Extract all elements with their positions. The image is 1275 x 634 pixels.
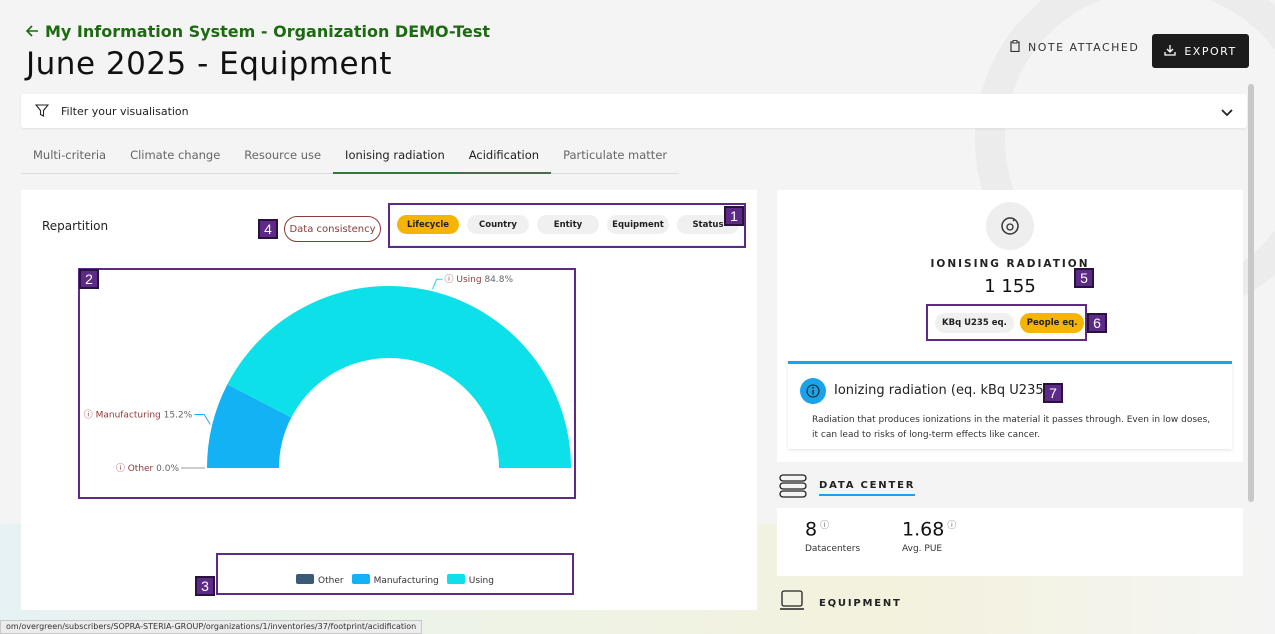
info-icon[interactable]: ⓘ [820, 521, 829, 531]
stat-datacenters-label: Datacenters [805, 544, 861, 555]
chevron-down-icon[interactable] [1221, 102, 1233, 121]
tab-ionising-radiation[interactable]: Ionising radiation [333, 140, 457, 174]
export-label: EXPORT [1184, 44, 1237, 58]
equipment-header: EQUIPMENT [779, 590, 902, 616]
stat-avg-pue-value: 1.68 [902, 518, 945, 541]
info-title: Ionizing radiation (eq. kBq U235) [834, 383, 1049, 398]
equipment-title: EQUIPMENT [819, 597, 902, 609]
back-link-label: My Information System - Organization DEM… [45, 22, 491, 41]
stat-datacenters: 8 ⓘ Datacenters [805, 518, 860, 554]
note-attached-button[interactable]: NOTE ATTACHED [1010, 40, 1139, 55]
annotation-badge-1: 1 [724, 206, 744, 226]
data-center-card: 8 ⓘ Datacenters 1.68 ⓘ Avg. PUE [777, 508, 1243, 576]
note-attached-label: NOTE ATTACHED [1028, 41, 1140, 54]
annotation-box-2 [78, 268, 576, 499]
kpi-label: IONISING RADIATION [930, 258, 1090, 270]
info-icon [800, 378, 826, 404]
annotation-badge-2: 2 [79, 269, 99, 289]
tab-acidification[interactable]: Acidification [456, 140, 552, 174]
annotation-box-6 [926, 304, 1087, 341]
annotation-badge-3: 3 [195, 576, 215, 596]
data-center-header: DATA CENTER [779, 474, 916, 502]
impact-tabs: Multi-criteria Climate change Resource u… [21, 140, 680, 174]
export-button[interactable]: EXPORT [1152, 34, 1249, 68]
annotation-badge-7: 7 [1043, 383, 1063, 403]
tab-resource-use[interactable]: Resource use [232, 140, 333, 174]
info-icon[interactable]: ⓘ [947, 521, 956, 531]
download-icon [1164, 44, 1176, 59]
kpi-value: 1 155 [984, 276, 1036, 297]
tab-multi-criteria[interactable]: Multi-criteria [21, 140, 118, 174]
annotation-badge-6: 6 [1087, 313, 1107, 333]
tab-climate-change[interactable]: Climate change [118, 140, 232, 174]
radiation-icon [986, 202, 1034, 250]
clipboard-icon [1010, 40, 1020, 55]
impact-info-box: Ionizing radiation (eq. kBq U235) Radiat… [788, 361, 1232, 449]
stat-avg-pue: 1.68 ⓘ Avg. PUE [902, 518, 956, 554]
kpi-card: IONISING RADIATION 1 155 KBq U235 eq. Pe… [777, 190, 1243, 462]
stat-avg-pue-label: Avg. PUE [902, 544, 943, 555]
repartition-card: Repartition Data consistency Lifecycle C… [21, 190, 757, 610]
arrow-left-icon [25, 22, 39, 41]
annotation-box-3 [216, 553, 574, 595]
repartition-title: Repartition [42, 219, 109, 233]
annotation-box-1 [388, 203, 746, 248]
status-bar-url: om/overgreen/subscribers/SOPRA-STERIA-GR… [0, 620, 423, 634]
filter-icon [34, 102, 50, 121]
annotation-badge-5: 5 [1074, 268, 1094, 288]
back-link[interactable]: My Information System - Organization DEM… [25, 22, 491, 41]
info-description: Radiation that produces ionizations in t… [812, 415, 1211, 440]
filter-label: Filter your visualisation [61, 104, 189, 118]
tab-particulate-matter[interactable]: Particulate matter [551, 140, 679, 174]
laptop-icon [779, 590, 805, 616]
stat-datacenters-value: 8 [805, 518, 818, 541]
filter-bar[interactable]: Filter your visualisation [21, 94, 1247, 128]
annotation-badge-4: 4 [258, 219, 278, 239]
page-title: June 2025 - Equipment [26, 46, 392, 82]
scrollbar[interactable] [1248, 84, 1254, 502]
server-icon [779, 474, 807, 502]
data-center-title: DATA CENTER [819, 480, 916, 496]
data-consistency-button[interactable]: Data consistency [284, 216, 381, 242]
